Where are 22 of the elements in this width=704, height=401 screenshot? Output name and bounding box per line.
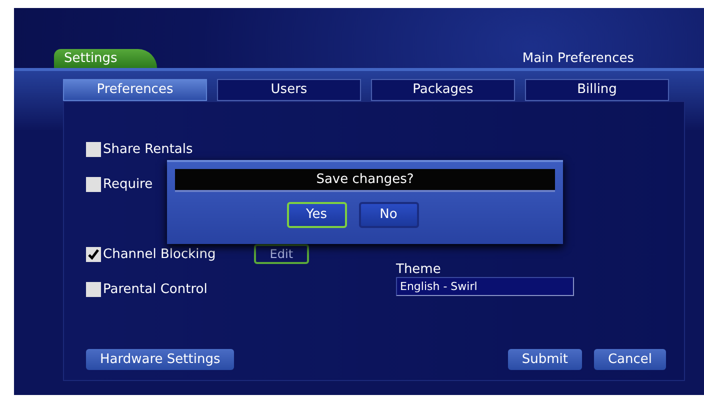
theme-label: Theme (396, 262, 442, 277)
option-label: Channel Blocking (103, 246, 216, 262)
checkbox[interactable] (86, 142, 101, 156)
screen-title: Main Preferences (522, 51, 634, 68)
tab[interactable]: Packages (371, 79, 515, 101)
cancel-button[interactable]: Cancel (594, 349, 666, 370)
checkbox[interactable] (86, 246, 101, 262)
option-label: Require (103, 176, 153, 192)
option-label: Parental Control (103, 282, 208, 296)
checkbox[interactable] (86, 176, 101, 192)
option-label: Share Rentals (103, 142, 193, 156)
checkbox[interactable] (86, 282, 101, 296)
hardware-settings-button[interactable]: Hardware Settings (86, 349, 234, 370)
tab[interactable]: Preferences (63, 79, 207, 101)
tab[interactable]: Users (217, 79, 361, 101)
tab[interactable]: Billing (525, 79, 669, 101)
submit-button[interactable]: Submit (508, 349, 582, 370)
theme-field[interactable]: English - Swirl (396, 277, 574, 296)
dialog-button[interactable]: Yes (286, 202, 346, 228)
dialog-title: Save changes? (175, 169, 555, 192)
dialog-button[interactable]: No (358, 202, 418, 228)
edit-button[interactable]: Edit (254, 244, 310, 264)
